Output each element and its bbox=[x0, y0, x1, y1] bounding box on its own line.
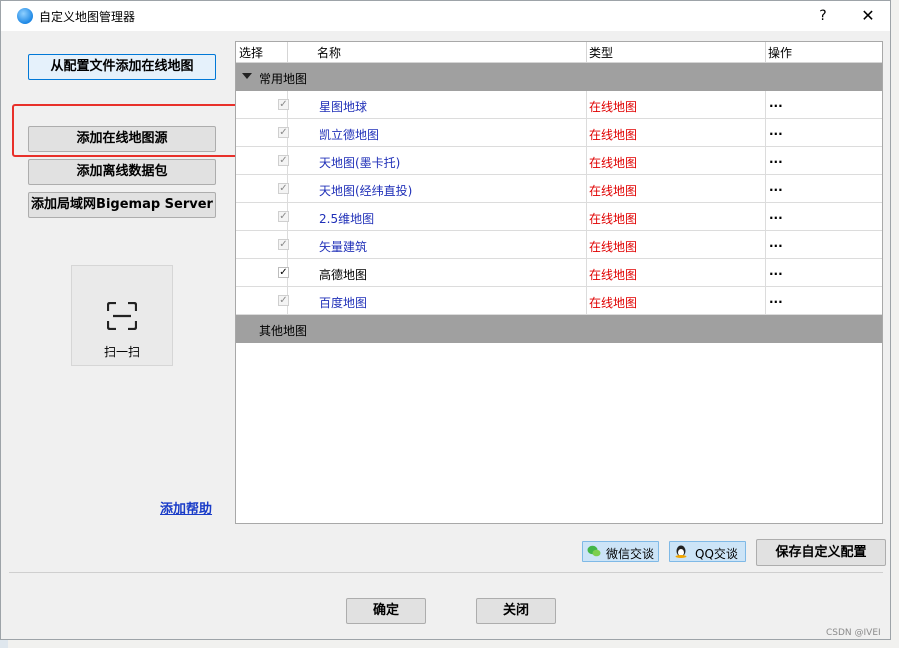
select-checkbox[interactable]: ✓ bbox=[278, 295, 289, 306]
row-actions-button[interactable]: ... bbox=[769, 292, 783, 306]
row-actions-button[interactable]: ... bbox=[769, 180, 783, 194]
add-help-link[interactable]: 添加帮助 bbox=[160, 498, 212, 517]
watermark: CSDN @IVEI bbox=[826, 628, 881, 638]
table-header: 选择 名称 类型 操作 bbox=[236, 42, 882, 63]
map-name: 凯立德地图 bbox=[319, 128, 380, 142]
row-actions-button[interactable]: ... bbox=[769, 208, 783, 222]
row-actions-button[interactable]: ... bbox=[769, 236, 783, 250]
select-checkbox[interactable]: ✓ bbox=[278, 267, 289, 278]
scan-qr-button[interactable]: 扫一扫 bbox=[71, 265, 173, 366]
map-type: 在线地图 bbox=[589, 268, 638, 282]
map-name: 2.5维地图 bbox=[319, 212, 375, 226]
group-common-maps[interactable]: 常用地图 bbox=[236, 63, 882, 91]
map-name: 矢量建筑 bbox=[319, 240, 368, 254]
scan-label: 扫一扫 bbox=[103, 345, 140, 359]
window-title: 自定义地图管理器 bbox=[39, 10, 136, 24]
col-action-header[interactable]: 操作 bbox=[768, 44, 792, 61]
qq-icon bbox=[675, 545, 687, 558]
group-label: 常用地图 bbox=[259, 72, 308, 86]
map-name: 百度地图 bbox=[319, 296, 368, 310]
group-other-maps[interactable]: 其他地图 bbox=[236, 315, 882, 343]
col-type-header[interactable]: 类型 bbox=[589, 44, 613, 61]
table-row[interactable]: ✓ 2.5维地图 在线地图... bbox=[236, 203, 882, 231]
map-type: 在线地图 bbox=[589, 156, 638, 170]
col-name-header[interactable]: 名称 bbox=[317, 44, 341, 61]
select-checkbox[interactable]: ✓ bbox=[278, 183, 289, 194]
map-type: 在线地图 bbox=[589, 240, 638, 254]
map-type: 在线地图 bbox=[589, 100, 638, 114]
table-row[interactable]: ✓ 百度地图 在线地图... bbox=[236, 287, 882, 315]
table-row[interactable]: ✓ 天地图(墨卡托) 在线地图... bbox=[236, 147, 882, 175]
save-config-button[interactable]: 保存自定义配置 bbox=[756, 539, 886, 566]
select-checkbox[interactable]: ✓ bbox=[278, 155, 289, 166]
map-type: 在线地图 bbox=[589, 296, 638, 310]
ok-button[interactable]: 确定 bbox=[346, 598, 426, 624]
map-type: 在线地图 bbox=[589, 212, 638, 226]
wechat-icon bbox=[587, 545, 601, 557]
map-name: 天地图(经纬直投) bbox=[319, 184, 413, 198]
select-checkbox[interactable]: ✓ bbox=[278, 127, 289, 138]
expand-arrow-icon[interactable] bbox=[242, 73, 252, 79]
scan-icon bbox=[107, 302, 137, 330]
add-from-config-button[interactable]: 从配置文件添加在线地图 bbox=[28, 54, 216, 80]
close-button[interactable]: 关闭 bbox=[476, 598, 556, 624]
select-checkbox[interactable]: ✓ bbox=[278, 239, 289, 250]
row-actions-button[interactable]: ... bbox=[769, 152, 783, 166]
select-checkbox[interactable]: ✓ bbox=[278, 211, 289, 222]
map-name: 高德地图 bbox=[319, 268, 368, 282]
wechat-chat-button[interactable]: 微信交谈 bbox=[582, 541, 659, 562]
row-actions-button[interactable]: ... bbox=[769, 96, 783, 110]
app-icon bbox=[17, 8, 33, 24]
map-table: 选择 名称 类型 操作 常用地图 ✓ 星图地球 在线地图... ✓ 凯立德地图 在线地图.… bbox=[235, 41, 883, 524]
qq-label: QQ交谈 bbox=[695, 547, 738, 561]
map-type: 在线地图 bbox=[589, 128, 638, 142]
bottom-divider bbox=[9, 572, 883, 573]
row-actions-button[interactable]: ... bbox=[769, 124, 783, 138]
table-row[interactable]: ✓ 天地图(经纬直投) 在线地图... bbox=[236, 175, 882, 203]
qq-chat-button[interactable]: QQ交谈 bbox=[669, 541, 746, 562]
close-window-button[interactable]: ✕ bbox=[853, 5, 883, 27]
add-lan-server-button[interactable]: 添加局域网Bigemap Server bbox=[28, 192, 216, 218]
title-bar: 自定义地图管理器 ? ✕ bbox=[1, 1, 890, 31]
group-label: 其他地图 bbox=[259, 324, 308, 338]
select-checkbox[interactable]: ✓ bbox=[278, 99, 289, 110]
map-name: 天地图(墨卡托) bbox=[319, 156, 401, 170]
table-row[interactable]: ✓ 高德地图 在线地图... bbox=[236, 259, 882, 287]
add-offline-package-button[interactable]: 添加离线数据包 bbox=[28, 159, 216, 185]
wechat-label: 微信交谈 bbox=[606, 547, 655, 561]
help-button[interactable]: ? bbox=[811, 5, 835, 27]
custom-map-manager-dialog: 自定义地图管理器 ? ✕ 从配置文件添加在线地图 添加在线地图源 添加离线数据包… bbox=[0, 0, 891, 640]
row-actions-button[interactable]: ... bbox=[769, 264, 783, 278]
add-online-source-button[interactable]: 添加在线地图源 bbox=[28, 126, 216, 152]
map-type: 在线地图 bbox=[589, 184, 638, 198]
table-row[interactable]: ✓ 凯立德地图 在线地图... bbox=[236, 119, 882, 147]
table-row[interactable]: ✓ 星图地球 在线地图... bbox=[236, 91, 882, 119]
table-row[interactable]: ✓ 矢量建筑 在线地图... bbox=[236, 231, 882, 259]
map-name: 星图地球 bbox=[319, 100, 368, 114]
col-select-header[interactable]: 选择 bbox=[239, 44, 263, 61]
